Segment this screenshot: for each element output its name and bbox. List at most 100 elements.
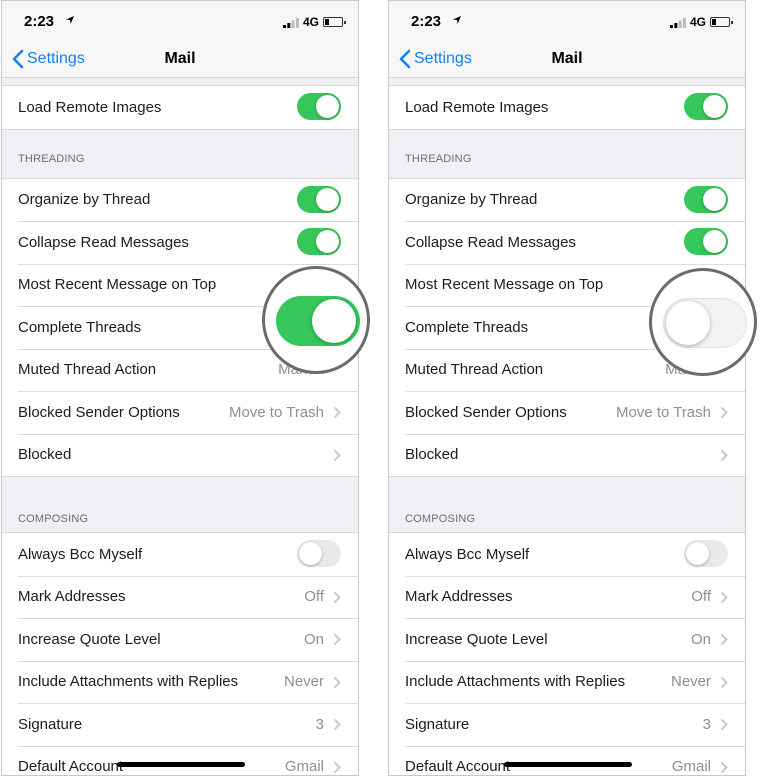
home-indicator (117, 762, 245, 767)
row-label: Always Bcc Myself (18, 545, 143, 563)
row-collapse-read-messages: Collapse Read Messages (389, 221, 745, 264)
row-blocked-sender-options[interactable]: Blocked Sender Options Move to Trash (389, 391, 745, 434)
row-value: Off (304, 588, 324, 606)
chevron-right-icon (333, 718, 341, 731)
row-label: Increase Quote Level (405, 630, 548, 648)
organize-by-thread-toggle[interactable] (684, 185, 728, 213)
row-label: Most Recent Message on Top (18, 276, 217, 294)
row-mark-addresses[interactable]: Mark Addresses Off (2, 575, 358, 619)
section-header-threading: THREADING (18, 152, 85, 165)
row-increase-quote-level[interactable]: Increase Quote Level On (389, 618, 745, 661)
magnifier-circle-toggle-on (262, 266, 370, 374)
row-default-account[interactable]: Default Account Gmail (2, 745, 358, 776)
location-arrow-icon (453, 16, 461, 24)
row-label: Mark Addresses (18, 588, 126, 606)
row-label: Include Attachments with Replies (18, 673, 239, 691)
network-type: 4G (690, 15, 707, 29)
row-label: Default Account (18, 758, 124, 776)
chevron-right-icon (333, 761, 341, 773)
network-type: 4G (303, 15, 320, 29)
chevron-right-icon (333, 449, 341, 461)
row-default-account[interactable]: Default Account Gmail (389, 745, 745, 776)
navigation-bar: Settings Mail (2, 41, 358, 78)
row-value: Gmail (284, 758, 324, 776)
row-label: Blocked (18, 446, 72, 464)
cellular-signal-icon (670, 18, 686, 28)
row-include-attachments[interactable]: Include Attachments with Replies Never (2, 660, 358, 704)
row-value: Never (670, 673, 711, 691)
row-always-bcc-myself: Always Bcc Myself (389, 533, 745, 576)
status-time: 2:23 (411, 13, 442, 30)
status-bar: 2:23 4G (2, 1, 358, 41)
always-bcc-myself-toggle[interactable] (684, 540, 728, 567)
chevron-right-icon (720, 591, 728, 603)
page-title: Mail (164, 50, 196, 67)
section-header-composing: COMPOSING (18, 513, 89, 525)
row-label: Muted Thread Action (18, 361, 157, 379)
composing-group: Always Bcc Myself Mark Addresses Off Inc… (389, 532, 745, 776)
row-label: Organize by Thread (405, 191, 538, 209)
row-organize-by-thread: Organize by Thread (2, 179, 358, 222)
organize-by-thread-toggle[interactable] (297, 185, 341, 213)
navigation-bar: Settings Mail (389, 41, 745, 78)
row-label: Muted Thread Action (405, 361, 544, 379)
load-remote-images-toggle[interactable] (684, 93, 728, 120)
row-label: Load Remote Images (405, 98, 549, 116)
row-increase-quote-level[interactable]: Increase Quote Level On (2, 618, 358, 661)
section-header-threading: THREADING (405, 152, 472, 165)
complete-threads-toggle-zoomed-off[interactable] (663, 298, 747, 348)
row-organize-by-thread: Organize by Thread (389, 179, 745, 222)
row-blocked[interactable]: Blocked (2, 433, 358, 477)
row-label: Signature (405, 715, 470, 733)
row-label: Organize by Thread (18, 191, 151, 209)
row-always-bcc-myself: Always Bcc Myself (2, 533, 358, 576)
row-value: Move to Trash (228, 403, 324, 421)
row-load-remote-images: Load Remote Images (2, 86, 358, 129)
phone-screen-before: 2:23 4G Settings Mail Load Remote Images… (1, 0, 359, 776)
row-value: 3 (315, 715, 324, 733)
row-value: Gmail (671, 758, 711, 776)
row-label: Signature (18, 715, 83, 733)
row-signature[interactable]: Signature 3 (2, 703, 358, 746)
chevron-right-icon (720, 449, 728, 461)
load-remote-images-toggle[interactable] (297, 93, 341, 120)
row-label: Increase Quote Level (18, 630, 161, 648)
row-blocked[interactable]: Blocked (389, 433, 745, 477)
row-label: Include Attachments with Replies (405, 673, 626, 691)
battery-icon (710, 17, 733, 27)
location-arrow-icon (66, 16, 74, 24)
row-mark-addresses[interactable]: Mark Addresses Off (389, 575, 745, 619)
chevron-right-icon (720, 676, 728, 688)
collapse-read-messages-toggle[interactable] (297, 228, 341, 255)
chevron-right-icon (720, 761, 728, 773)
status-bar: 2:23 4G (389, 1, 745, 41)
collapse-read-messages-toggle[interactable] (684, 228, 728, 255)
row-label: Complete Threads (18, 318, 142, 336)
row-value: On (303, 630, 324, 648)
always-bcc-myself-toggle[interactable] (297, 540, 341, 567)
page-title: Mail (551, 50, 583, 67)
status-time: 2:23 (24, 13, 55, 30)
phone-screen-after: 2:23 4G Settings Mail Load Remote Images… (388, 0, 746, 776)
row-signature[interactable]: Signature 3 (389, 703, 745, 746)
chevron-right-icon (333, 406, 341, 419)
row-label: Most Recent Message on Top (405, 276, 604, 294)
top-group: Load Remote Images (389, 85, 745, 130)
row-label: Always Bcc Myself (405, 545, 530, 563)
row-load-remote-images: Load Remote Images (389, 86, 745, 129)
composing-group: Always Bcc Myself Mark Addresses Off Inc… (2, 532, 358, 776)
row-value: 3 (702, 715, 711, 733)
row-value: Never (283, 673, 324, 691)
row-include-attachments[interactable]: Include Attachments with Replies Never (389, 660, 745, 704)
complete-threads-toggle-zoomed-on[interactable] (276, 296, 360, 346)
row-label: Blocked Sender Options (405, 403, 567, 421)
row-blocked-sender-options[interactable]: Blocked Sender Options Move to Trash (2, 391, 358, 434)
battery-icon (323, 17, 346, 27)
row-label: Load Remote Images (18, 98, 162, 116)
row-label: Mark Addresses (405, 588, 513, 606)
row-label: Default Account (405, 758, 511, 776)
row-label: Complete Threads (405, 318, 529, 336)
settings-list: Load Remote Images THREADING Organize by… (389, 85, 745, 776)
row-value: Move to Trash (615, 403, 711, 421)
row-label: Blocked Sender Options (18, 403, 180, 421)
